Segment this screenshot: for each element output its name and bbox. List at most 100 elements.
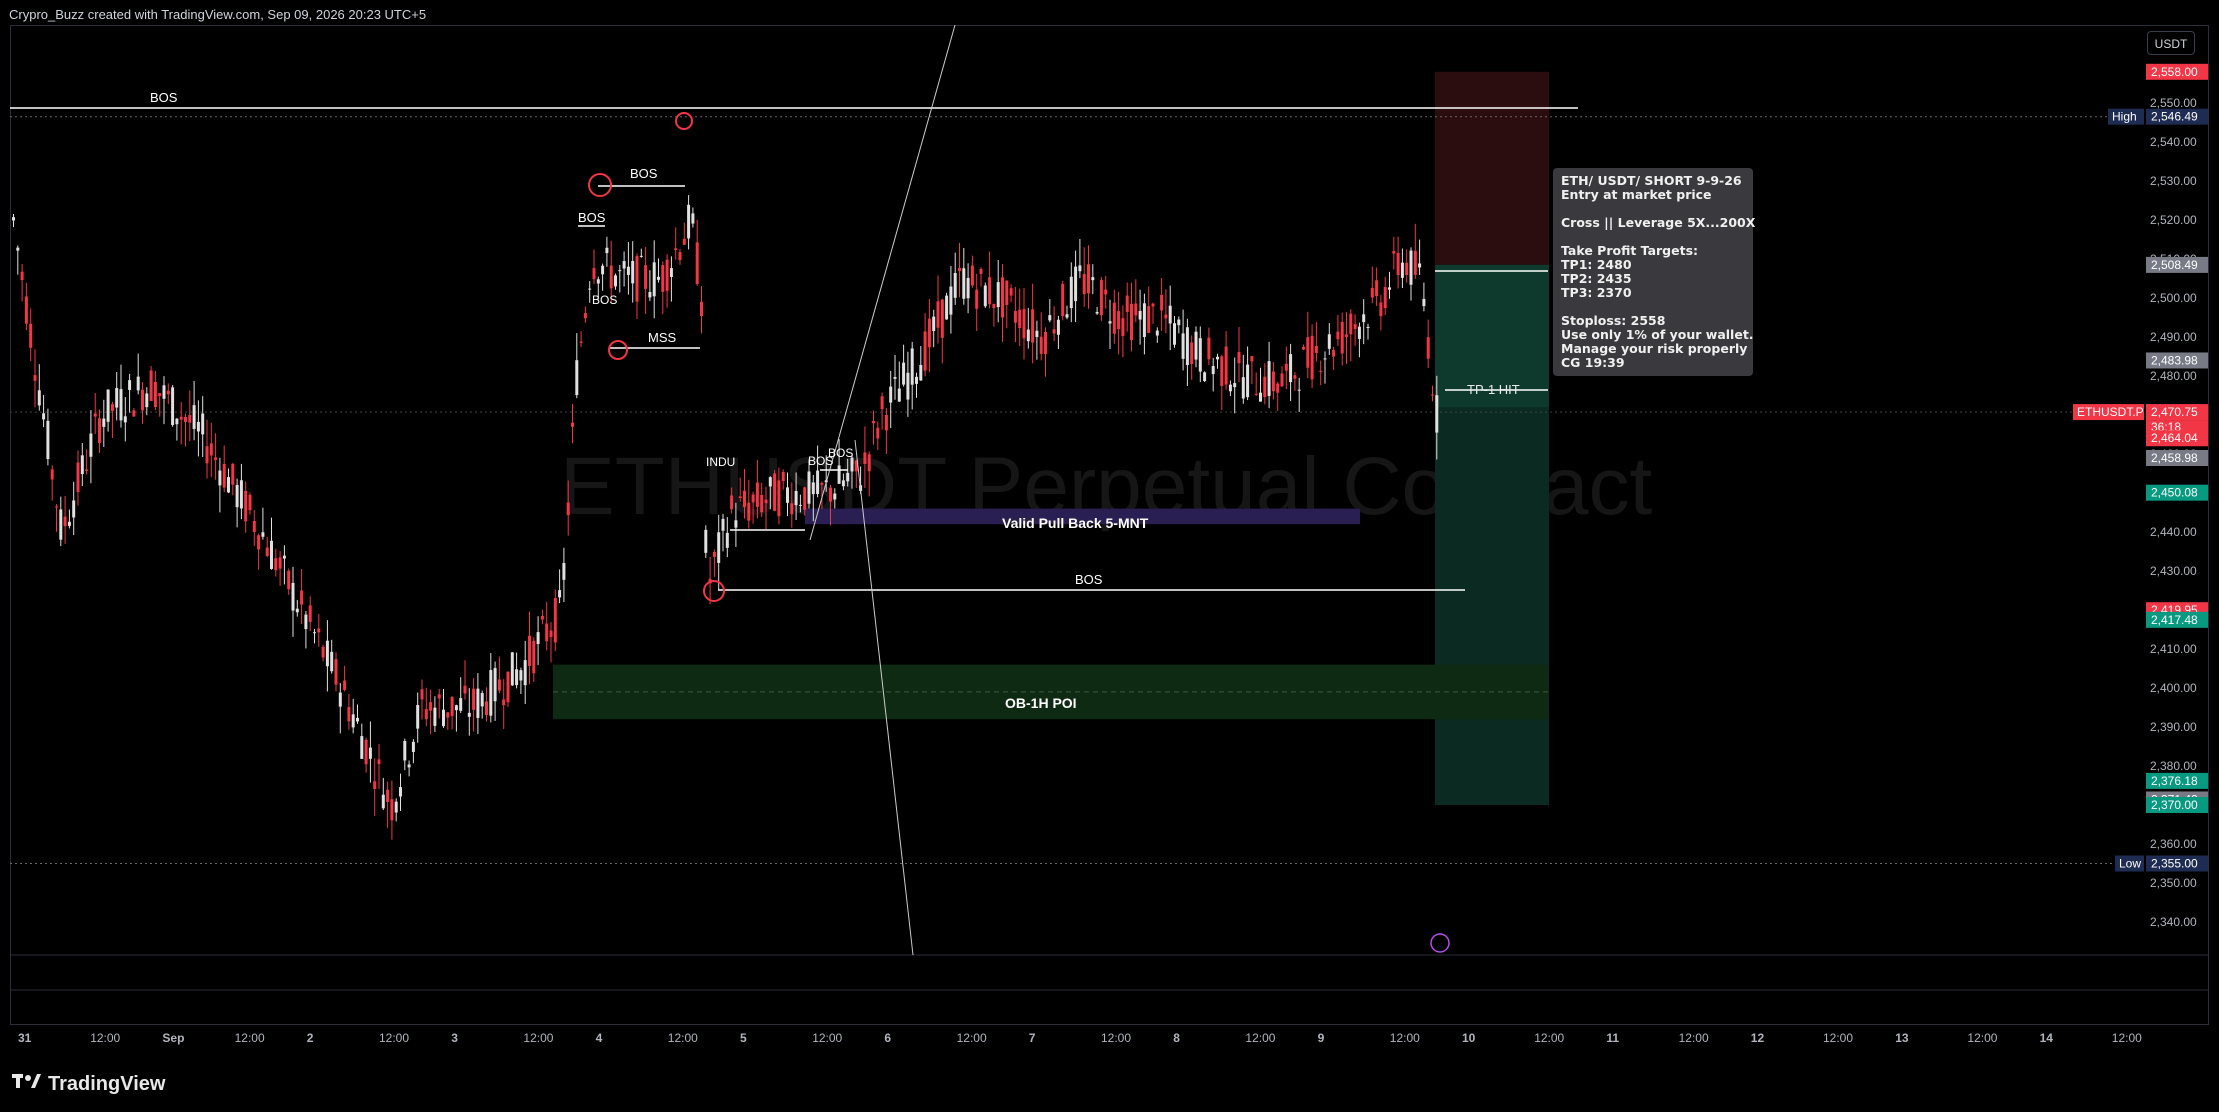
bos-top-label: BOS bbox=[150, 90, 178, 105]
candle-body bbox=[37, 390, 41, 406]
time-tick: 5 bbox=[740, 1031, 747, 1045]
candle-body bbox=[364, 739, 368, 765]
candle-body bbox=[1405, 262, 1409, 276]
candle-body bbox=[308, 605, 312, 622]
candle-body bbox=[1276, 383, 1280, 393]
candle-body bbox=[618, 270, 622, 272]
price-tick: 2,520.00 bbox=[2150, 213, 2197, 227]
trade-note-line: ETH/ USDT/ SHORT 9-9-26 bbox=[1561, 173, 1742, 188]
candle-body bbox=[1203, 372, 1207, 382]
candle-body bbox=[63, 516, 67, 527]
candle-body bbox=[553, 598, 557, 643]
candle-body bbox=[829, 487, 832, 502]
candle-body bbox=[1323, 358, 1327, 360]
candle-body bbox=[1271, 371, 1275, 392]
candle-body bbox=[751, 494, 755, 503]
candle-body bbox=[786, 487, 789, 503]
candle-body bbox=[1155, 330, 1159, 336]
candle-body bbox=[626, 266, 630, 275]
candle-body bbox=[317, 628, 321, 633]
candle-body bbox=[205, 446, 209, 464]
candle-body bbox=[278, 557, 282, 569]
candle-body bbox=[407, 764, 411, 768]
candle-body bbox=[1160, 294, 1164, 311]
candle-body bbox=[1267, 361, 1271, 396]
candle-body bbox=[141, 389, 144, 411]
candle-body bbox=[945, 295, 949, 320]
candle-body bbox=[433, 707, 437, 726]
candle-body bbox=[270, 540, 273, 569]
candle-body bbox=[1142, 303, 1146, 337]
candle-body bbox=[89, 433, 93, 457]
price-tick: 2,400.00 bbox=[2150, 681, 2197, 695]
candle-body bbox=[1413, 250, 1417, 275]
candle-body bbox=[940, 299, 944, 338]
trade-note-line: Entry at market price bbox=[1561, 187, 1712, 202]
candle-body bbox=[252, 521, 256, 532]
time-tick: 12:00 bbox=[2112, 1031, 2142, 1045]
price-tick: 2,380.00 bbox=[2150, 759, 2197, 773]
candle-body bbox=[67, 521, 71, 526]
candle-body bbox=[979, 268, 983, 274]
time-tick: 6 bbox=[884, 1031, 891, 1045]
candle-body bbox=[93, 413, 97, 417]
candle-body bbox=[80, 455, 84, 475]
price-chip-value: 2,417.48 bbox=[2151, 613, 2198, 627]
candle-body bbox=[669, 268, 673, 277]
candle-body bbox=[227, 477, 230, 493]
candle-body bbox=[558, 590, 562, 598]
candle-body bbox=[519, 670, 523, 681]
candle-body bbox=[880, 396, 884, 410]
price-tick: 2,430.00 bbox=[2150, 564, 2197, 578]
candle-body bbox=[1370, 287, 1374, 298]
candle-body bbox=[863, 452, 867, 464]
candle-body bbox=[562, 563, 566, 580]
candle-body bbox=[98, 418, 101, 444]
candle-body bbox=[476, 688, 480, 718]
price-tick: 2,350.00 bbox=[2150, 876, 2197, 890]
candle-body bbox=[970, 265, 974, 286]
candle-body bbox=[841, 480, 845, 487]
candle-body bbox=[450, 696, 454, 716]
candle-body bbox=[1228, 384, 1232, 392]
candle-body bbox=[906, 372, 910, 400]
time-tick: 12:00 bbox=[957, 1031, 987, 1045]
candle-body bbox=[1426, 337, 1430, 359]
candle-body bbox=[360, 736, 364, 759]
candle-body bbox=[1001, 277, 1004, 318]
candle-body bbox=[429, 702, 433, 711]
candle-body bbox=[665, 259, 669, 291]
candle-body bbox=[919, 365, 923, 381]
candle-body bbox=[932, 316, 936, 331]
candle-body bbox=[1095, 311, 1099, 314]
candle-body bbox=[411, 741, 415, 752]
candle-body bbox=[700, 301, 703, 317]
candle-body bbox=[523, 660, 527, 686]
time-tick: 10 bbox=[1462, 1031, 1476, 1045]
candle-body bbox=[1379, 302, 1383, 317]
price-chip-value: 2,458.98 bbox=[2151, 451, 2198, 465]
candle-body bbox=[239, 480, 243, 509]
candle-body bbox=[1147, 306, 1151, 333]
candle-body bbox=[755, 482, 759, 507]
time-tick: 12 bbox=[1751, 1031, 1765, 1045]
candle-body bbox=[777, 480, 781, 517]
tradingview-logo[interactable]: TradingView bbox=[12, 1072, 165, 1096]
candle-body bbox=[631, 260, 635, 284]
candle-body bbox=[648, 291, 652, 298]
candle-body bbox=[644, 265, 648, 289]
price-tick: 2,360.00 bbox=[2150, 837, 2197, 851]
candle-body bbox=[1099, 280, 1103, 316]
candle-body bbox=[712, 551, 716, 557]
candle-body bbox=[609, 265, 613, 289]
candle-body bbox=[300, 590, 304, 605]
candle-body bbox=[1254, 393, 1258, 395]
candle-body bbox=[816, 470, 820, 495]
time-tick: 12:00 bbox=[379, 1031, 409, 1045]
candle-body bbox=[351, 714, 355, 728]
candle-body bbox=[566, 502, 570, 516]
currency-button[interactable]: USDT bbox=[2147, 31, 2195, 55]
candle-body bbox=[540, 616, 544, 620]
candle-body bbox=[652, 262, 656, 297]
price-chart[interactable]: BOS BOS BOS BOS MSS INDU BOS BOS Valid Pull Back… bbox=[0, 0, 2219, 1112]
